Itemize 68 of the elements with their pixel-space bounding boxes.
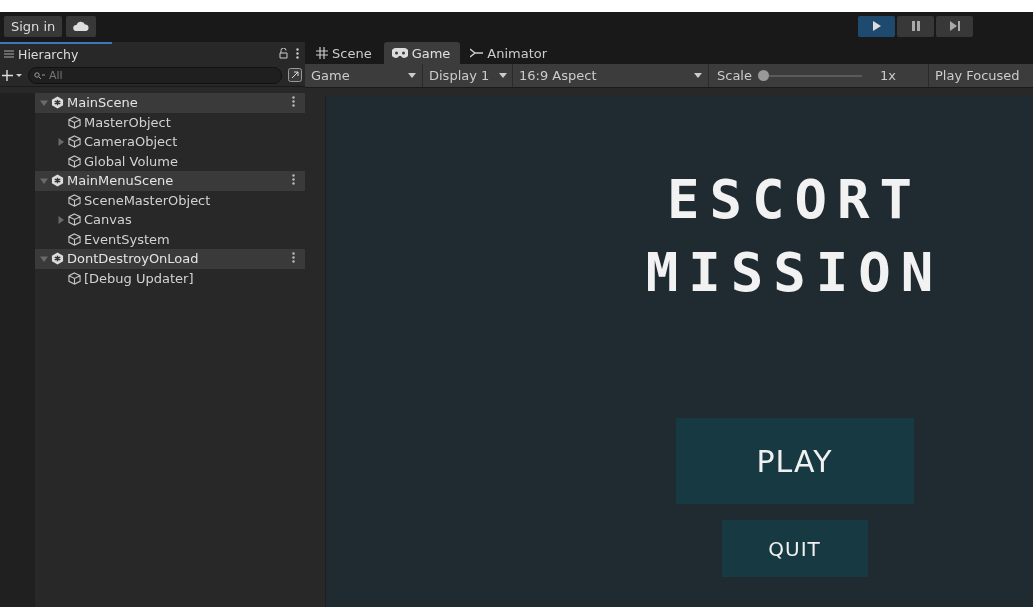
item-label: MainMenuScene (67, 173, 174, 189)
scene-row[interactable]: MainScene (35, 93, 305, 113)
tree-item[interactable]: SceneMasterObject (35, 190, 305, 210)
cube-icon (68, 193, 81, 207)
tree-item[interactable]: EventSystem (35, 229, 305, 249)
scale-label: Scale (717, 68, 752, 83)
tree-item[interactable]: CameraObject (35, 132, 305, 152)
more-icon[interactable] (292, 174, 295, 186)
play-button[interactable] (858, 15, 895, 37)
play-button[interactable]: PLAY (675, 418, 914, 504)
lock-icon[interactable] (279, 47, 288, 59)
view-tab[interactable]: Game (383, 42, 461, 64)
expand-icon[interactable] (288, 68, 302, 82)
quit-button[interactable]: QUIT (721, 520, 868, 577)
tree-item[interactable]: [Debug Updater] (35, 268, 305, 288)
search-field[interactable]: All (28, 66, 282, 84)
item-label: MasterObject (84, 114, 171, 130)
cloud-icon (73, 21, 90, 31)
unity-scene-icon (51, 174, 64, 188)
play-icon (870, 20, 883, 32)
view-mode-dropdown[interactable]: Game (305, 64, 423, 87)
step-button[interactable] (936, 15, 973, 37)
add-icon[interactable] (2, 69, 22, 81)
sign-in-button[interactable]: Sign in (4, 15, 63, 37)
item-label: SceneMasterObject (84, 192, 211, 208)
slider-thumb[interactable] (758, 70, 769, 81)
item-label: Global Volume (84, 153, 178, 169)
pause-button[interactable] (897, 15, 934, 37)
cloud-button[interactable] (66, 15, 97, 37)
game-title: ESCORT (666, 172, 923, 227)
tree-item[interactable]: MasterObject (35, 112, 305, 132)
cube-icon (68, 232, 81, 246)
cube-icon (68, 115, 81, 129)
cube-icon (68, 154, 81, 168)
game-title: MISSION (645, 245, 944, 300)
unity-scene-icon (51, 96, 64, 110)
collapsed-arrow-icon[interactable] (56, 137, 65, 146)
unity-scene-icon (51, 252, 64, 266)
scale-value: 1x (880, 68, 896, 83)
grid-icon (316, 47, 328, 59)
hierarchy-tab[interactable]: Hierarchy (0, 42, 112, 64)
more-icon[interactable] (296, 47, 299, 59)
list-icon (4, 50, 14, 58)
cube-icon (68, 135, 81, 149)
item-label: Canvas (84, 212, 132, 228)
collapsed-arrow-icon[interactable] (56, 215, 65, 224)
cube-icon (68, 213, 81, 227)
display-dropdown[interactable]: Display 1 (423, 64, 513, 87)
step-icon (948, 20, 961, 32)
tree-item[interactable]: Global Volume (35, 151, 305, 171)
item-label: [Debug Updater] (84, 270, 194, 286)
item-label: EventSystem (84, 231, 170, 247)
item-label: DontDestroyOnLoad (67, 251, 199, 267)
aspect-dropdown[interactable]: 16:9 Aspect (513, 64, 709, 87)
cube-icon (68, 271, 81, 285)
scene-row[interactable]: MainMenuScene (35, 171, 305, 191)
scene-row[interactable]: DontDestroyOnLoad (35, 249, 305, 269)
more-icon[interactable] (292, 252, 295, 264)
item-label: MainScene (67, 95, 138, 111)
view-tab[interactable]: Animator (462, 42, 558, 64)
pause-icon (909, 20, 922, 32)
more-icon[interactable] (292, 96, 295, 108)
animator-icon (470, 48, 484, 58)
view-tab[interactable]: Scene (308, 42, 382, 64)
item-label: CameraObject (84, 134, 178, 150)
tree-item[interactable]: Canvas (35, 210, 305, 230)
play-mode-dropdown[interactable]: Play Focused (929, 64, 1026, 87)
gamepad-icon (391, 48, 408, 58)
